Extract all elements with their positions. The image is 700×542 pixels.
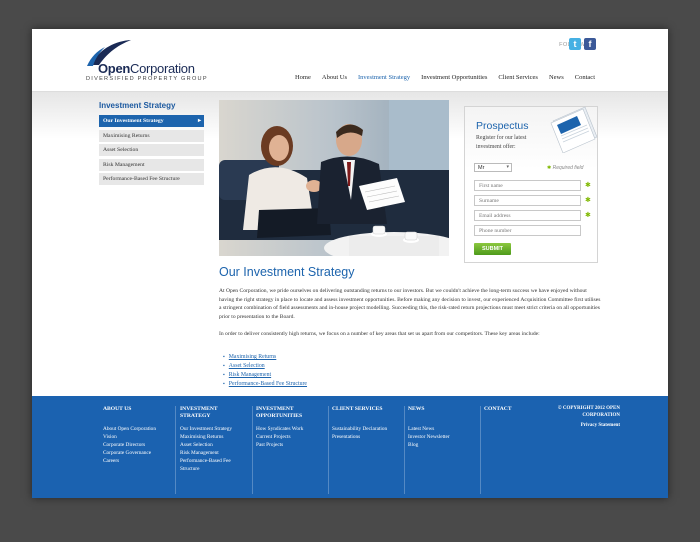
sidebar: Investment Strategy Our Investment Strat… bbox=[99, 101, 204, 188]
list-item: Asset Selection bbox=[223, 362, 307, 371]
sidebar-title: Investment Strategy bbox=[99, 101, 176, 110]
footer-heading[interactable]: CONTACT bbox=[484, 406, 557, 413]
footer-column-contact: CONTACT bbox=[484, 406, 557, 494]
sidebar-item-maximising-returns[interactable]: Maximising Returns bbox=[99, 129, 204, 142]
footer-column-news: NEWS Latest News Investor Newsletter Blo… bbox=[408, 406, 481, 494]
main-nav: Home About Us Investment Strategy Invest… bbox=[295, 74, 595, 81]
footer-link[interactable]: Careers bbox=[103, 457, 175, 465]
key-areas-paragraph: In order to deliver consistently high re… bbox=[219, 331, 540, 337]
footer-heading: INVESTMENT OPPORTUNITIES bbox=[256, 406, 303, 419]
list-item: Performance-Based Fee Structure bbox=[223, 380, 307, 389]
intro-paragraph: At Open Corporation, we pride ourselves … bbox=[219, 288, 601, 320]
nav-item-about-us[interactable]: About Us bbox=[322, 74, 347, 81]
prospectus-text: Register for our latest investment offer… bbox=[476, 135, 527, 150]
required-field-note: ✱ Required field bbox=[547, 165, 583, 171]
nav-item-contact[interactable]: Contact bbox=[575, 74, 595, 81]
title-select-value: Mr bbox=[478, 165, 485, 171]
sidebar-item-label: Our Investment Strategy bbox=[103, 118, 164, 124]
logo-wordmark: OpenCorporation bbox=[98, 61, 195, 76]
page-title: Our Investment Strategy bbox=[219, 265, 355, 279]
surname-field[interactable]: Surname bbox=[474, 195, 581, 206]
first-name-field[interactable]: First name bbox=[474, 180, 581, 191]
footer-link[interactable]: Our Investment Strategy bbox=[180, 425, 252, 433]
business-meeting-image bbox=[219, 100, 449, 256]
footer-column-investment-opportunities: INVESTMENT OPPORTUNITIES How Syndicates … bbox=[256, 406, 329, 494]
footer-column-client-services: CLIENT SERVICES Sustainability Declarati… bbox=[332, 406, 405, 494]
site-footer: ABOUT US About Open Corporation Vision C… bbox=[32, 396, 668, 498]
footer-link[interactable]: Blog bbox=[408, 441, 480, 449]
privacy-statement-link[interactable]: Privacy Statement bbox=[550, 423, 620, 428]
link-asset-selection[interactable]: Asset Selection bbox=[229, 363, 265, 369]
footer-link[interactable]: Corporate Governance bbox=[103, 449, 175, 457]
footer-link[interactable]: Investor Newsletter bbox=[408, 433, 480, 441]
footer-link[interactable]: Past Projects bbox=[256, 441, 328, 449]
list-item: Maximising Returns bbox=[223, 353, 307, 362]
footer-link[interactable]: Maximising Returns bbox=[180, 433, 252, 441]
sidebar-item-asset-selection[interactable]: Asset Selection bbox=[99, 144, 204, 156]
facebook-icon[interactable]: f bbox=[584, 38, 596, 50]
required-star-icon: ✱ bbox=[547, 165, 552, 171]
footer-column-investment-strategy: INVESTMENT STRATEGY Our Investment Strat… bbox=[180, 406, 253, 494]
footer-column-about-us: ABOUT US About Open Corporation Vision C… bbox=[103, 406, 176, 494]
hero-photo bbox=[219, 100, 449, 256]
footer-link[interactable]: Corporate Directors bbox=[103, 441, 175, 449]
footer-link[interactable]: Sustainability Declaration bbox=[332, 425, 404, 433]
required-star-icon: ✱ bbox=[585, 181, 591, 189]
link-performance-based-fee-structure[interactable]: Performance-Based Fee Structure bbox=[229, 381, 307, 387]
sidebar-item-label: Risk Management bbox=[103, 161, 145, 168]
link-maximising-returns[interactable]: Maximising Returns bbox=[229, 354, 277, 360]
list-item: Risk Management bbox=[223, 371, 307, 380]
required-star-icon: ✱ bbox=[585, 196, 591, 204]
footer-link[interactable]: Vision bbox=[103, 433, 175, 441]
nav-item-client-services[interactable]: Client Services bbox=[498, 74, 538, 81]
twitter-icon[interactable]: t bbox=[569, 38, 581, 50]
footer-heading: CLIENT SERVICES bbox=[332, 406, 383, 412]
submit-button[interactable]: SUBMIT bbox=[474, 243, 511, 255]
copyright: © COPYRIGHT 2012 OPEN CORPORATION bbox=[557, 406, 620, 418]
prospectus-brochure-icon bbox=[550, 106, 598, 153]
nav-item-news[interactable]: News bbox=[549, 74, 564, 81]
sidebar-item-label: Asset Selection bbox=[103, 147, 139, 153]
sidebar-item-label: Maximising Returns bbox=[103, 132, 150, 139]
link-risk-management[interactable]: Risk Management bbox=[229, 372, 271, 378]
sidebar-item-our-investment-strategy[interactable]: Our Investment Strategy ▸ bbox=[99, 115, 204, 127]
title-select[interactable]: Mr ▾ bbox=[474, 163, 512, 172]
footer-link[interactable]: About Open Corporation bbox=[103, 425, 175, 433]
site-header: OpenCorporation DIVERSIFIED PROPERTY GRO… bbox=[32, 29, 668, 91]
footer-link[interactable]: Asset Selection bbox=[180, 441, 252, 449]
key-areas-list: Maximising Returns Asset Selection Risk … bbox=[223, 353, 307, 389]
required-field-label: Required field bbox=[552, 165, 584, 171]
nav-item-investment-strategy[interactable]: Investment Strategy bbox=[358, 74, 410, 81]
sidebar-item-label: Performance-Based Fee Structure bbox=[103, 176, 180, 182]
email-field[interactable]: Email address bbox=[474, 210, 581, 221]
logo-tagline: DIVERSIFIED PROPERTY GROUP bbox=[86, 76, 208, 82]
sidebar-item-risk-management[interactable]: Risk Management bbox=[99, 158, 204, 171]
nav-item-investment-opportunities[interactable]: Investment Opportunities bbox=[421, 74, 487, 81]
footer-link[interactable]: Risk Management bbox=[180, 449, 252, 457]
chevron-down-icon: ▾ bbox=[506, 164, 509, 170]
footer-heading: INVESTMENT STRATEGY bbox=[180, 406, 218, 419]
footer-link[interactable]: Performance-Based Fee Structure bbox=[180, 457, 242, 473]
footer-heading: NEWS bbox=[408, 406, 425, 412]
prospectus-form: Prospectus Register for our latest inves… bbox=[464, 106, 598, 263]
footer-heading: ABOUT US bbox=[103, 406, 132, 412]
prospectus-title: Prospectus bbox=[476, 120, 529, 132]
footer-link[interactable]: Current Projects bbox=[256, 433, 328, 441]
footer-link[interactable]: Latest News bbox=[408, 425, 480, 433]
footer-link[interactable]: Presentations bbox=[332, 433, 404, 441]
browser-frame: OpenCorporation DIVERSIFIED PROPERTY GRO… bbox=[32, 29, 668, 498]
required-star-icon: ✱ bbox=[585, 211, 591, 219]
sidebar-item-performance-based-fee-structure[interactable]: Performance-Based Fee Structure bbox=[99, 173, 204, 185]
footer-link[interactable]: How Syndicates Work bbox=[256, 425, 328, 433]
logo[interactable]: OpenCorporation DIVERSIFIED PROPERTY GRO… bbox=[85, 39, 208, 85]
phone-field[interactable]: Phone number bbox=[474, 225, 581, 236]
arrow-right-icon: ▸ bbox=[197, 118, 201, 124]
nav-item-home[interactable]: Home bbox=[295, 74, 311, 81]
